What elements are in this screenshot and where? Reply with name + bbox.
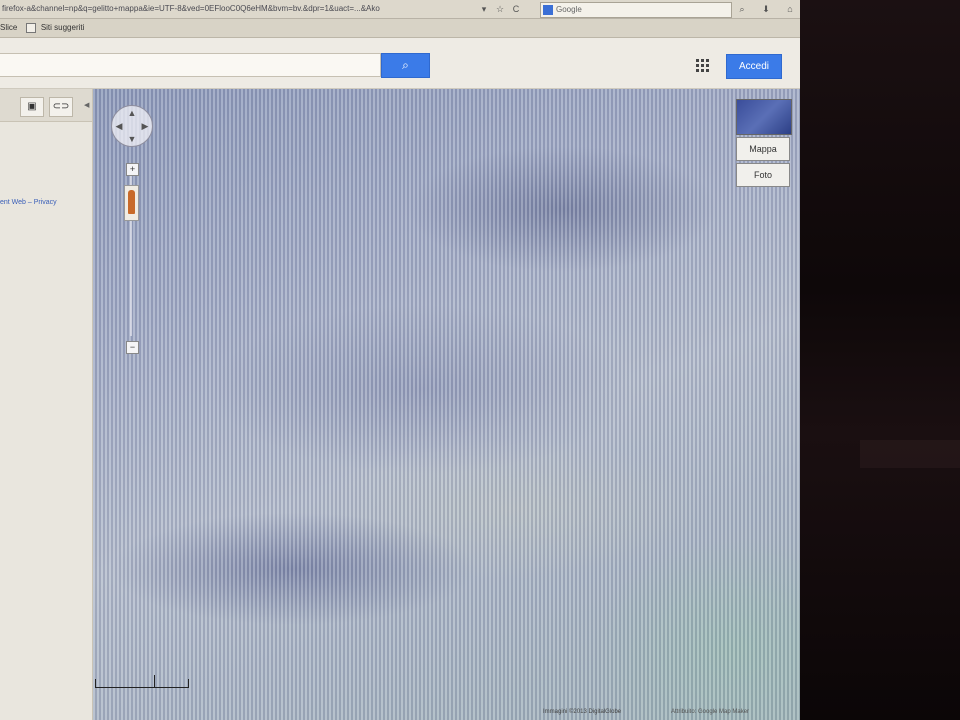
pan-up-icon[interactable]: ▲ bbox=[127, 108, 137, 118]
reload-icon[interactable]: C bbox=[510, 3, 522, 15]
footer-links[interactable]: ent Web – Privacy bbox=[0, 199, 57, 206]
bookmark-slice[interactable]: Slice bbox=[0, 23, 17, 32]
collapse-panel-icon[interactable]: ◀ bbox=[84, 101, 89, 109]
map-type-foto-button[interactable]: Foto bbox=[736, 163, 790, 187]
bookmark-suggested-sites[interactable]: Siti suggeriti bbox=[41, 23, 85, 32]
login-button[interactable]: Accedi bbox=[726, 54, 782, 79]
apps-grid-icon[interactable] bbox=[696, 59, 709, 72]
pegman-icon[interactable] bbox=[124, 185, 139, 221]
pan-left-icon[interactable]: ◀ bbox=[114, 121, 124, 132]
dropdown-icon[interactable]: ▾ bbox=[478, 3, 490, 15]
print-icon[interactable]: ▣ bbox=[20, 97, 44, 117]
monitor-bezel bbox=[800, 0, 960, 720]
map-type-control: Mappa Foto bbox=[736, 99, 792, 199]
download-icon[interactable]: ⬇ bbox=[760, 3, 772, 15]
link-icon[interactable]: ⊂⊃ bbox=[49, 97, 73, 117]
pan-down-icon[interactable]: ▼ bbox=[127, 134, 137, 144]
left-panel: ▣ ⊂⊃ ◀ ent Web – Privacy bbox=[0, 89, 93, 720]
search-button[interactable]: ⌕ bbox=[381, 53, 430, 78]
bookmark-page-icon bbox=[25, 22, 36, 33]
panel-toolbar: ▣ ⊂⊃ ◀ bbox=[0, 89, 92, 122]
google-header: ⌕ Accedi bbox=[0, 38, 800, 89]
map-type-mappa-button[interactable]: Mappa bbox=[736, 137, 790, 161]
pan-right-icon[interactable]: ▶ bbox=[140, 121, 150, 132]
url-bar[interactable]: firefox-a&channel=np&q=gelitto+mappa&ie=… bbox=[0, 0, 800, 19]
moire-overlay bbox=[93, 89, 800, 720]
google-logo-icon bbox=[543, 5, 553, 15]
home-icon[interactable]: ⌂ bbox=[784, 3, 796, 15]
url-text[interactable]: firefox-a&channel=np&q=gelitto+mappa&ie=… bbox=[2, 0, 472, 18]
browser-search-box[interactable]: Google bbox=[540, 2, 732, 18]
search-icon[interactable]: ⌕ bbox=[736, 3, 748, 15]
search-input[interactable] bbox=[0, 53, 381, 77]
bookmark-star-icon[interactable]: ☆ bbox=[494, 3, 506, 15]
zoom-in-button[interactable]: + bbox=[126, 163, 139, 176]
scale-bar bbox=[95, 675, 189, 688]
imagery-credit: Immagini ©2013 DigitalGlobe bbox=[543, 709, 622, 715]
satellite-map[interactable]: ▲ ▼ ◀ ▶ + − Mappa Foto Immagini ©2013 Di… bbox=[93, 89, 800, 720]
terms-link[interactable]: Attribuito: Google Map Maker bbox=[671, 709, 749, 715]
browser-search-engine-label: Google bbox=[556, 5, 582, 14]
pan-control[interactable]: ▲ ▼ ◀ ▶ bbox=[111, 105, 153, 147]
search-icon: ⌕ bbox=[402, 58, 409, 72]
zoom-out-button[interactable]: − bbox=[126, 341, 139, 354]
room-reflection bbox=[860, 440, 960, 468]
bookmarks-toolbar: Slice Siti suggeriti bbox=[0, 19, 800, 38]
browser-screen: firefox-a&channel=np&q=gelitto+mappa&ie=… bbox=[0, 0, 800, 720]
satellite-thumbnail-icon[interactable] bbox=[736, 99, 792, 135]
